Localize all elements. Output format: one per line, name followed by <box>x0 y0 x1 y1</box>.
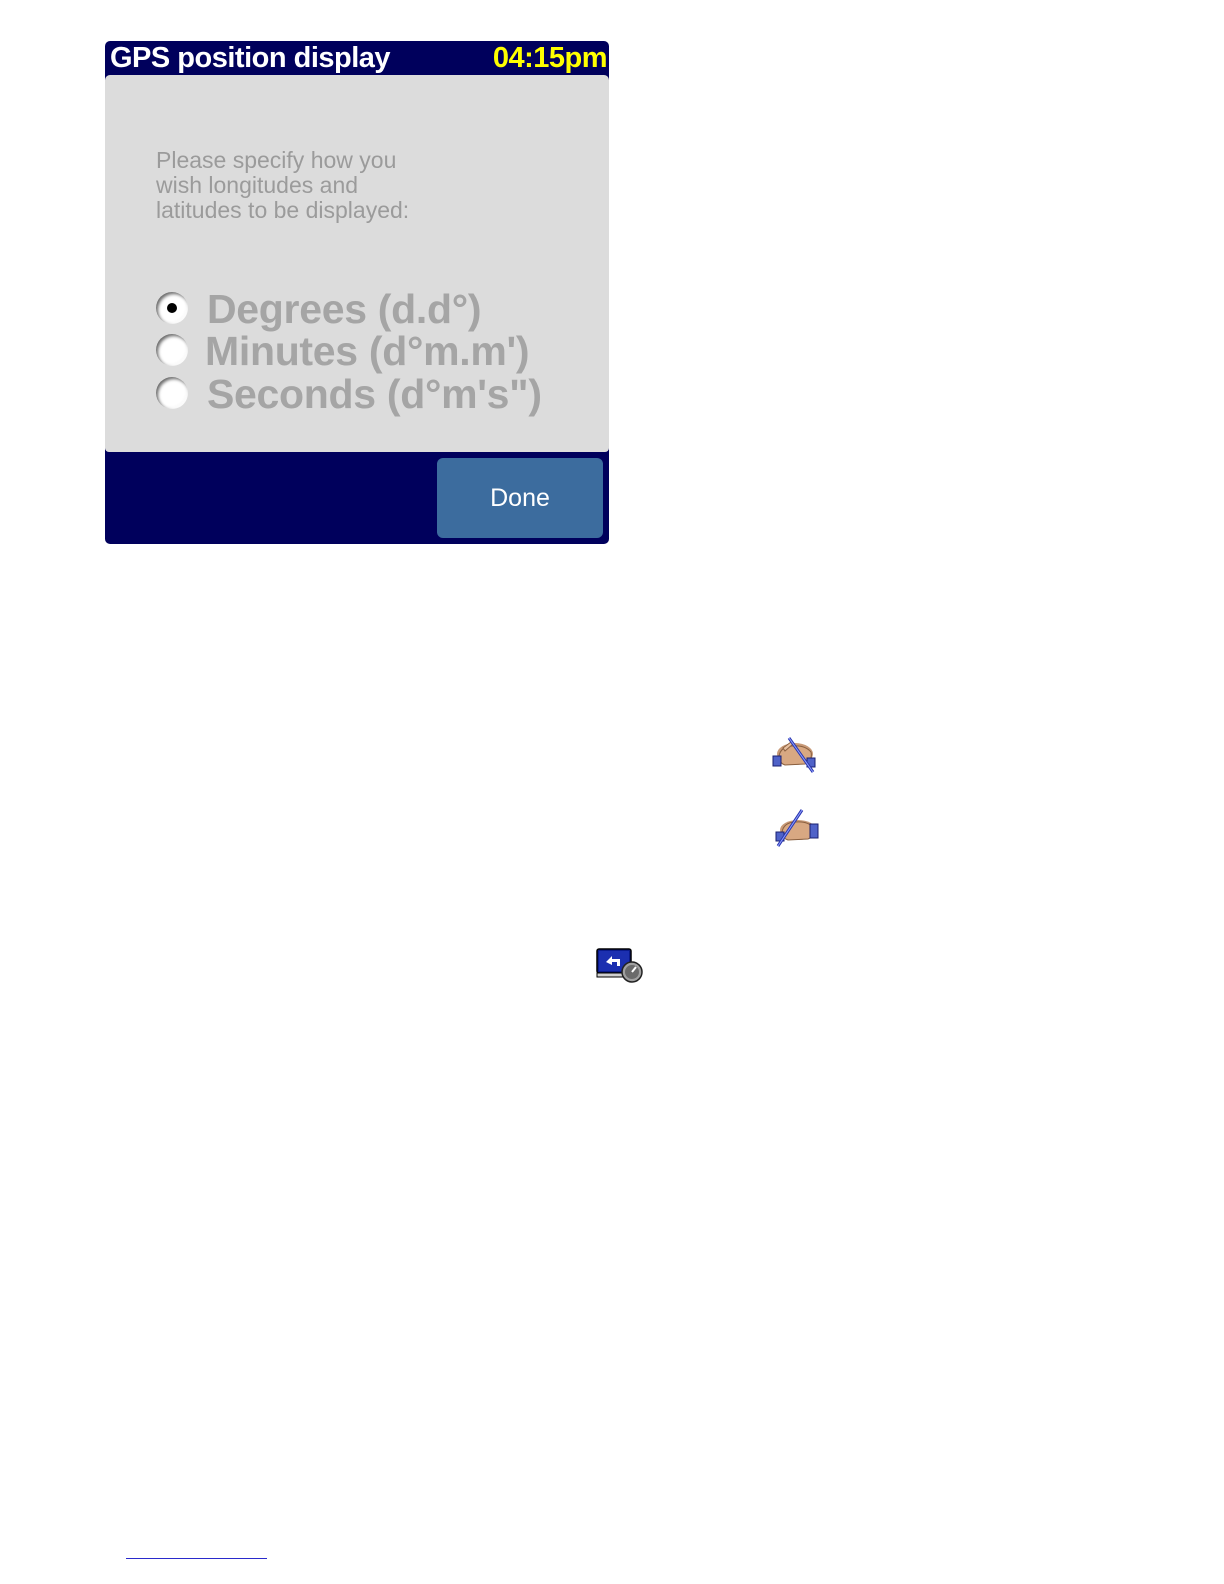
clock: 04:15pm <box>492 42 608 74</box>
radio-degrees[interactable] <box>156 292 188 324</box>
option-seconds[interactable]: Seconds (d°m's") <box>154 371 574 417</box>
hand-stylus-tap-icon <box>772 737 816 773</box>
options-panel: Please specify how you wish longitudes a… <box>105 75 609 452</box>
radio-seconds[interactable] <box>156 377 188 409</box>
prompt-text: Please specify how you wish longitudes a… <box>156 147 410 223</box>
window-title: GPS position display <box>110 42 391 74</box>
gps-display-dialog: GPS position display 04:15pm Please spec… <box>105 41 609 544</box>
option-degrees[interactable]: Degrees (d.d°) <box>154 286 574 332</box>
title-bar: GPS position display 04:15pm <box>105 41 609 75</box>
hand-stylus-drag-icon <box>775 809 819 847</box>
option-minutes[interactable]: Minutes (d°m.m') <box>154 328 574 374</box>
radio-minutes[interactable] <box>156 334 188 366</box>
footnote-divider <box>126 1558 267 1559</box>
done-button[interactable]: Done <box>437 458 603 538</box>
option-label-degrees: Degrees (d.d°) <box>207 286 482 332</box>
radio-selected-dot <box>167 303 177 313</box>
back-screen-icon <box>596 948 643 983</box>
option-label-seconds: Seconds (d°m's") <box>207 371 542 417</box>
option-label-minutes: Minutes (d°m.m') <box>205 328 530 374</box>
